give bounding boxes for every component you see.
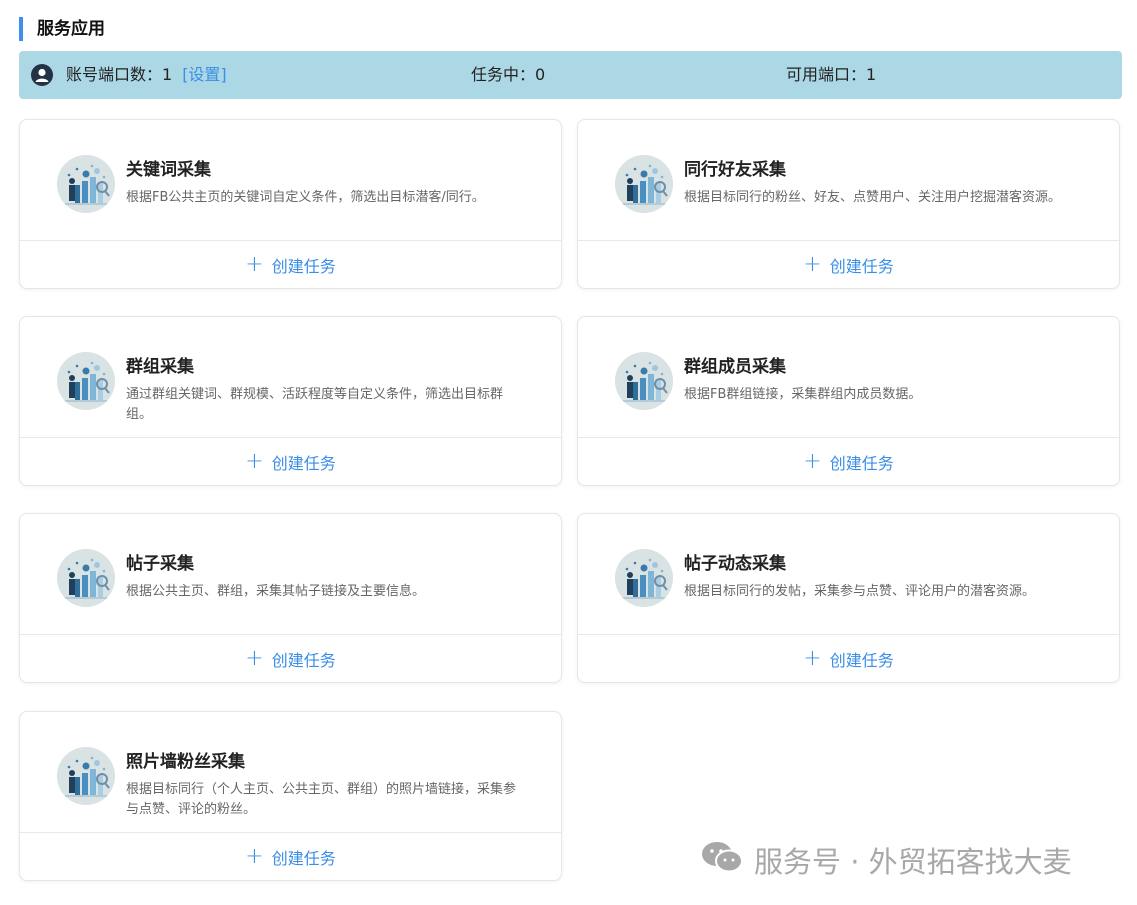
business-people-chart-icon [615,155,673,213]
plus-icon: + [245,645,264,671]
business-people-chart-icon [57,549,115,607]
create-task-label: 创建任务 [271,848,336,868]
create-task-label: 创建任务 [829,650,894,670]
card-description: 根据FB公共主页的关键词自定义条件，筛选出目标潜客/同行。 [126,190,485,205]
card-description: 根据公共主页、群组，采集其帖子链接及主要信息。 [126,584,426,599]
service-card: 群组成员采集 根据FB群组链接，采集群组内成员数据。 + 创建任务 [577,316,1120,486]
create-task-button[interactable]: + 创建任务 [20,438,561,485]
settings-link[interactable]: [设置] [182,65,227,84]
port-count-stat: 账号端口数：1 [设置] [66,65,227,85]
create-task-button[interactable]: + 创建任务 [578,438,1119,485]
card-description: 通过群组关键词、群规模、活跃程度等自定义条件，筛选出目标群组。 [126,387,504,422]
card-title: 群组采集 [126,357,194,377]
card-description: 根据FB群组链接，采集群组内成员数据。 [684,387,922,402]
card-title: 关键词采集 [126,160,211,180]
port-count-label: 账号端口数：1 [66,65,173,84]
create-task-button[interactable]: + 创建任务 [578,635,1119,682]
card-description: 根据目标同行的发帖，采集参与点赞、评论用户的潜客资源。 [684,584,1036,599]
create-task-button[interactable]: + 创建任务 [578,241,1119,288]
create-task-label: 创建任务 [829,453,894,473]
in-task-stat: 任务中：0 [471,65,546,84]
service-card: 群组采集 通过群组关键词、群规模、活跃程度等自定义条件，筛选出目标群组。 + 创… [19,316,562,486]
account-stats-bar: 账号端口数：1 [设置] 任务中：0 可用端口：1 [19,51,1122,99]
card-title: 帖子采集 [126,554,194,574]
create-task-button[interactable]: + 创建任务 [20,833,561,880]
user-avatar-icon [31,64,53,86]
business-people-chart-icon [57,352,115,410]
create-task-button[interactable]: + 创建任务 [20,241,561,288]
business-people-chart-icon [57,747,115,805]
create-task-label: 创建任务 [829,256,894,276]
plus-icon: + [803,645,822,671]
service-card: 照片墙粉丝采集 根据目标同行（个人主页、公共主页、群组）的照片墙链接，采集参与点… [19,711,562,881]
card-description: 根据目标同行（个人主页、公共主页、群组）的照片墙链接，采集参与点赞、评论的粉丝。 [126,782,517,817]
plus-icon: + [803,448,822,474]
create-task-button[interactable]: + 创建任务 [20,635,561,682]
create-task-label: 创建任务 [271,453,336,473]
wechat-icon [700,839,744,882]
service-card: 同行好友采集 根据目标同行的粉丝、好友、点赞用户、关注用户挖掘潜客资源。 + 创… [577,119,1120,289]
create-task-label: 创建任务 [271,650,336,670]
card-title: 照片墙粉丝采集 [126,752,245,772]
service-card: 帖子采集 根据公共主页、群组，采集其帖子链接及主要信息。 + 创建任务 [19,513,562,683]
card-title: 帖子动态采集 [684,554,786,574]
watermark: 服务号 · 外贸拓客找大麦 [700,840,1072,880]
service-card: 关键词采集 根据FB公共主页的关键词自定义条件，筛选出目标潜客/同行。 + 创建… [19,119,562,289]
watermark-text: 服务号 · 外贸拓客找大麦 [754,845,1072,879]
create-task-label: 创建任务 [271,256,336,276]
available-ports-stat: 可用端口：1 [786,65,877,84]
business-people-chart-icon [615,549,673,607]
business-people-chart-icon [615,352,673,410]
card-title: 同行好友采集 [684,160,786,180]
business-people-chart-icon [57,155,115,213]
plus-icon: + [245,251,264,277]
card-title: 群组成员采集 [684,357,786,377]
plus-icon: + [245,843,264,869]
card-description: 根据目标同行的粉丝、好友、点赞用户、关注用户挖掘潜客资源。 [684,190,1062,205]
plus-icon: + [245,448,264,474]
section-title: 服务应用 [19,17,105,41]
service-card: 帖子动态采集 根据目标同行的发帖，采集参与点赞、评论用户的潜客资源。 + 创建任… [577,513,1120,683]
plus-icon: + [803,251,822,277]
